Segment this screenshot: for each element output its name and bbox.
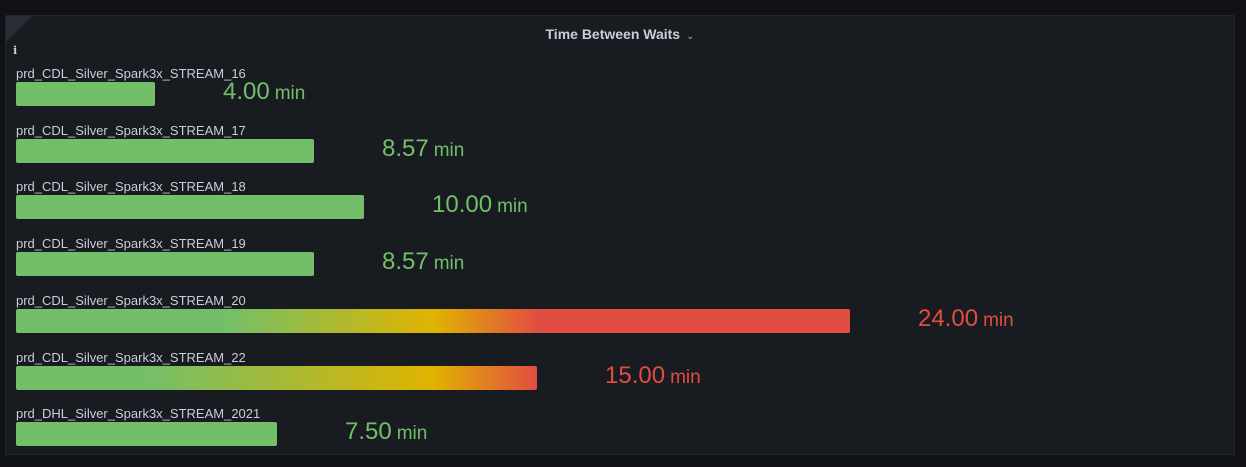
- bar-value-unit: min: [274, 83, 306, 104]
- bar-value-number: 8.57: [382, 134, 429, 162]
- bar: [16, 195, 364, 220]
- bar-value-number: 15.00: [605, 361, 666, 389]
- bar-value-number: 10.00: [432, 191, 493, 219]
- bar-label: prd_CDL_Silver_Spark3x_STREAM_18: [16, 179, 246, 195]
- bar-label: prd_DHL_Silver_Spark3x_STREAM_2021: [16, 406, 261, 422]
- panel-header[interactable]: Time Between Waits ⌄: [6, 25, 1234, 46]
- bar-value: 8.57 min: [382, 135, 464, 165]
- bar: [16, 308, 850, 333]
- bar-label: prd_CDL_Silver_Spark3x_STREAM_17: [16, 122, 246, 138]
- bar-value-unit: min: [670, 366, 701, 388]
- bar-value: 24.00 min: [918, 305, 1014, 335]
- chevron-down-icon[interactable]: ⌄: [686, 31, 694, 42]
- bar-value-unit: min: [497, 196, 528, 218]
- bar: [16, 82, 155, 106]
- bar-value: 15.00 min: [605, 362, 701, 392]
- bar-value-number: 4.00: [223, 78, 270, 105]
- bar: [16, 138, 314, 163]
- bar-value: 10.00 min: [432, 191, 528, 221]
- bar-value-unit: min: [396, 423, 428, 445]
- bar-label: prd_CDL_Silver_Spark3x_STREAM_16: [16, 66, 246, 81]
- bar-value: 4.00 min: [223, 78, 305, 108]
- bar-value-number: 24.00: [918, 304, 979, 332]
- bar-value-unit: min: [433, 253, 465, 275]
- bar: [16, 422, 277, 447]
- bar-value: 7.50 min: [345, 418, 427, 448]
- bar-value-number: 8.57: [382, 248, 429, 276]
- bar-value-number: 7.50: [345, 418, 392, 446]
- panel-title[interactable]: Time Between Waits: [546, 26, 681, 42]
- bar-value-unit: min: [983, 309, 1014, 331]
- bar-label: prd_CDL_Silver_Spark3x_STREAM_22: [16, 349, 246, 365]
- bar-label: prd_CDL_Silver_Spark3x_STREAM_20: [16, 292, 246, 308]
- bar: [16, 365, 537, 390]
- bar-gauge-panel: i Time Between Waits ⌄ prd_CDL_Silver_Spa…: [5, 15, 1235, 455]
- bar: [16, 252, 314, 277]
- bar-label: prd_CDL_Silver_Spark3x_STREAM_19: [16, 236, 246, 252]
- info-icon[interactable]: i: [13, 45, 17, 57]
- bar-value-unit: min: [433, 139, 465, 161]
- bar-value: 8.57 min: [382, 248, 464, 278]
